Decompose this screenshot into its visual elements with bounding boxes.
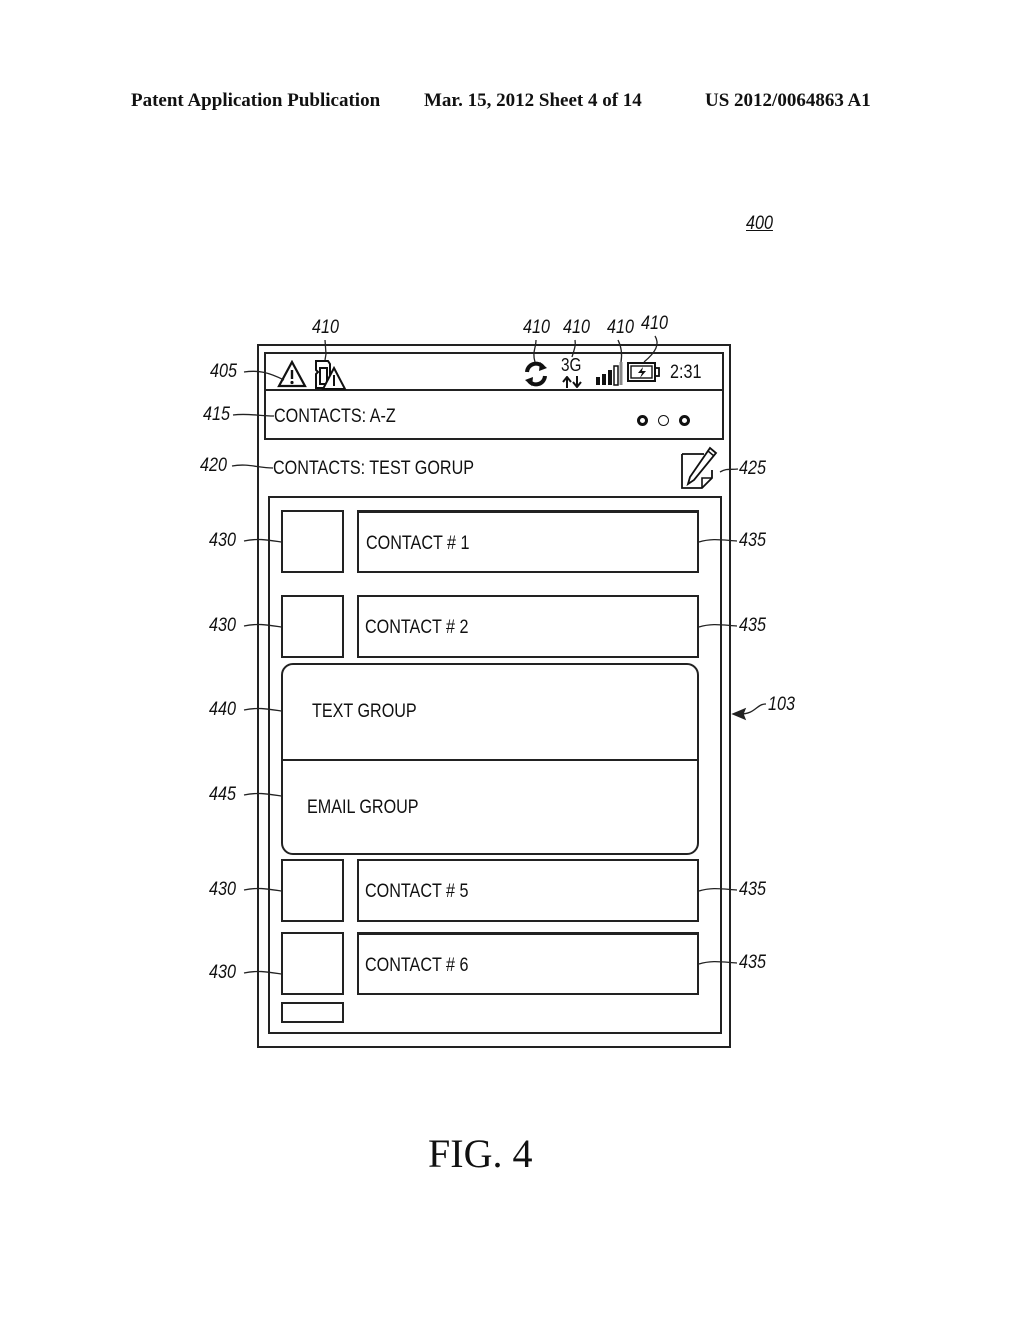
email-group-option[interactable]: EMAIL GROUP: [283, 761, 697, 855]
ref-410-signal: 410: [607, 317, 634, 338]
network-3g-icon: 3G: [560, 355, 588, 391]
contact-thumbnail[interactable]: [281, 510, 344, 573]
ref-435: 435: [739, 879, 766, 900]
signal-strength-icon: [594, 360, 624, 386]
ref-430: 430: [209, 530, 236, 551]
contact-thumbnail[interactable]: [281, 932, 344, 995]
contact-label: CONTACT # 1: [366, 533, 470, 554]
ref-405: 405: [210, 361, 237, 382]
ref-103: 103: [768, 694, 795, 715]
ref-435: 435: [739, 952, 766, 973]
contact-name-field[interactable]: CONTACT # 5: [357, 859, 699, 922]
contact-thumbnail[interactable]: [281, 595, 344, 658]
warning-icon: [277, 359, 307, 388]
ref-430: 430: [209, 879, 236, 900]
sync-icon: [522, 360, 550, 388]
text-group-label: TEXT GROUP: [312, 701, 417, 722]
email-group-label: EMAIL GROUP: [307, 797, 419, 818]
ref-410-sync: 410: [523, 317, 550, 338]
contact-thumbnail-partial[interactable]: [281, 1002, 344, 1023]
contact-label: CONTACT # 5: [365, 881, 469, 902]
ref-435: 435: [739, 530, 766, 551]
ref-420: 420: [200, 455, 227, 476]
leader-103: [739, 703, 767, 715]
arrowhead-103: [731, 707, 747, 721]
contact-label: CONTACT # 6: [365, 955, 469, 976]
ref-430: 430: [209, 962, 236, 983]
group-title: CONTACTS: TEST GORUP: [273, 458, 475, 479]
battery-charging-icon: [627, 361, 661, 383]
page-indicator-dot-3[interactable]: [679, 415, 690, 426]
network-type-label: 3G: [561, 355, 582, 375]
ref-440: 440: [209, 699, 236, 720]
page-indicator-dot-1[interactable]: [637, 415, 648, 426]
sd-card-warning-icon: [313, 358, 347, 390]
ref-410-battery: 410: [641, 313, 668, 334]
contact-name-field[interactable]: CONTACT # 6: [357, 932, 699, 995]
page-indicator-dot-2-active[interactable]: [658, 415, 669, 426]
ref-435: 435: [739, 615, 766, 636]
contact-name-field[interactable]: CONTACT # 1: [357, 510, 699, 573]
contact-name-field[interactable]: CONTACT # 2: [357, 595, 699, 658]
contact-label: CONTACT # 2: [365, 617, 469, 638]
edit-pencil-icon: [681, 446, 718, 489]
group-action-menu: TEXT GROUP EMAIL GROUP: [281, 663, 699, 855]
figure-caption: FIG. 4: [428, 1131, 533, 1176]
publication-date-sheet: Mar. 15, 2012 Sheet 4 of 14: [424, 90, 642, 111]
status-time: 2:31: [670, 362, 702, 383]
edit-group-button[interactable]: [680, 446, 720, 490]
text-group-option[interactable]: TEXT GROUP: [283, 665, 697, 759]
publication-title: Patent Application Publication: [131, 90, 381, 111]
ref-410-sd: 410: [312, 317, 339, 338]
ref-415: 415: [203, 404, 230, 425]
patent-number: US 2012/0064863 A1: [705, 90, 871, 111]
contacts-title: CONTACTS: A-Z: [274, 406, 396, 427]
ref-430: 430: [209, 615, 236, 636]
ref-410-3g: 410: [563, 317, 590, 338]
figure-ref-400: 400: [746, 213, 773, 234]
ref-425: 425: [739, 458, 766, 479]
contact-thumbnail[interactable]: [281, 859, 344, 922]
ref-445: 445: [209, 784, 236, 805]
